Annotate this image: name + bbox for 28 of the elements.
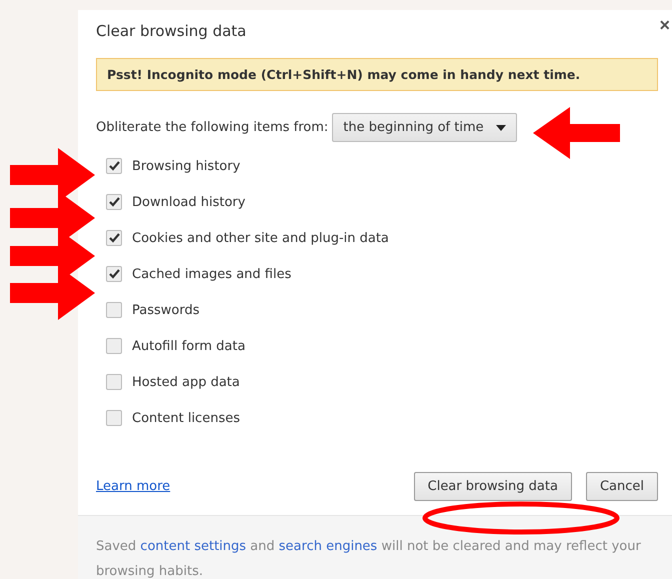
checkbox-label: Download history bbox=[132, 194, 246, 210]
checkbox-label: Autofill form data bbox=[132, 338, 246, 354]
checkbox[interactable] bbox=[106, 158, 122, 174]
checkbox-label: Passwords bbox=[132, 302, 200, 318]
checkbox-label: Hosted app data bbox=[132, 374, 240, 390]
checkbox-label: Cookies and other site and plug-in data bbox=[132, 230, 389, 246]
clear-data-button[interactable]: Clear browsing data bbox=[414, 472, 572, 501]
checkbox[interactable] bbox=[106, 338, 122, 354]
settings-link[interactable]: search engines bbox=[278, 539, 378, 554]
settings-link[interactable]: content settings bbox=[140, 539, 246, 554]
footer-note: Saved content settings and search engines will not be cleared and may reflect your browsing habits. bbox=[78, 515, 672, 579]
cancel-button[interactable]: Cancel bbox=[586, 472, 658, 501]
time-range-dropdown[interactable]: the beginning of time bbox=[332, 113, 517, 142]
checkbox[interactable] bbox=[106, 194, 122, 210]
close-button[interactable]: × bbox=[659, 16, 670, 34]
range-label: Obliterate the following items from: bbox=[96, 120, 328, 135]
checkbox[interactable] bbox=[106, 302, 122, 318]
checkbox-label: Content licenses bbox=[132, 410, 240, 426]
checkbox-label: Cached images and files bbox=[132, 266, 292, 282]
learn-more-link[interactable]: Learn more bbox=[96, 479, 170, 494]
checkbox[interactable] bbox=[106, 230, 122, 246]
checkbox-label: Browsing history bbox=[132, 158, 240, 174]
checkbox[interactable] bbox=[106, 266, 122, 282]
caret-icon bbox=[496, 124, 506, 130]
checkbox[interactable] bbox=[106, 410, 122, 426]
checkbox[interactable] bbox=[106, 374, 122, 390]
dialog-title: Clear browsing data bbox=[96, 22, 246, 40]
incognito-tip-banner: Psst! Incognito mode (Ctrl+Shift+N) may come in handy next time. bbox=[96, 58, 658, 91]
